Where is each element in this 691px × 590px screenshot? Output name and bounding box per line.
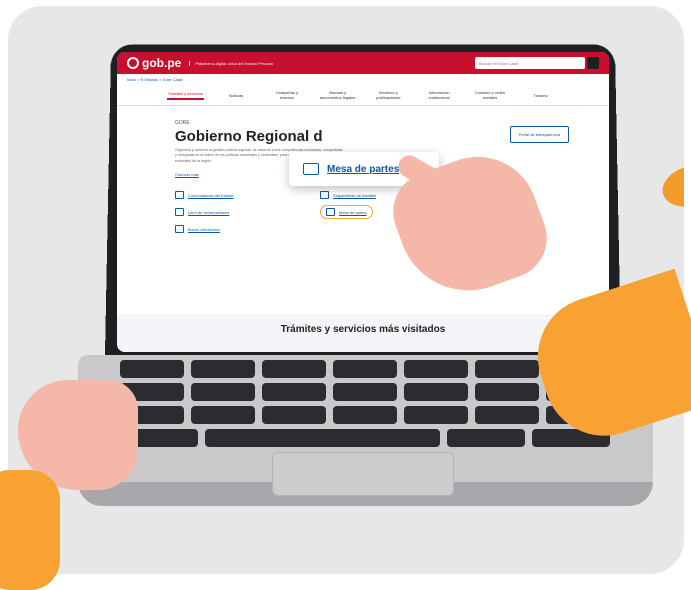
inbox-icon xyxy=(303,163,319,175)
mail-icon xyxy=(175,225,184,234)
shield-logo-icon xyxy=(127,57,139,69)
main-nav: Trámites y servicios Noticias Campañas y… xyxy=(117,85,609,106)
tab-noticias[interactable]: Noticias xyxy=(218,93,255,98)
tab-turismo[interactable]: Turismo xyxy=(522,93,559,98)
visited-section-title: Trámites y servicios más visitados xyxy=(117,314,609,352)
left-sleeve xyxy=(0,470,60,590)
inbox-icon xyxy=(326,208,335,217)
tab-campanas[interactable]: Campañas y eventos xyxy=(269,90,306,100)
book-icon xyxy=(175,208,184,217)
building-icon xyxy=(175,191,184,200)
tab-contacto[interactable]: Contacto y redes sociales xyxy=(472,90,509,100)
transparency-portal-button[interactable]: Portal de transparencia xyxy=(509,126,569,143)
tab-informes[interactable]: Informes y publicaciones xyxy=(370,90,407,100)
document-icon xyxy=(320,191,329,200)
search-bar xyxy=(475,57,599,69)
link-mesa-partes[interactable]: Mesa de partes xyxy=(320,205,373,220)
page-title: Gobierno Regional d xyxy=(175,128,323,145)
tab-normas[interactable]: Normas y documentos legales xyxy=(319,90,356,100)
site-topbar: gob.pe Plataforma digital única del Esta… xyxy=(117,52,609,74)
site-tagline: Plataforma digital única del Estado Peru… xyxy=(189,60,273,66)
site-logo[interactable]: gob.pe xyxy=(127,56,181,70)
popup-label: Mesa de partes xyxy=(327,163,400,175)
keyboard xyxy=(120,360,611,452)
org-tag: GORE xyxy=(175,120,190,126)
tab-informacion[interactable]: Información institucional xyxy=(421,90,458,100)
trackpad xyxy=(272,452,454,496)
logo-text: gob.pe xyxy=(142,56,182,70)
tab-tramites[interactable]: Trámites y servicios xyxy=(167,91,204,100)
decorative-blob xyxy=(657,158,684,214)
search-icon[interactable] xyxy=(587,57,599,69)
link-convocatorias[interactable]: Convocatorias del Estado xyxy=(175,191,310,200)
search-input[interactable] xyxy=(475,57,585,69)
link-buzon[interactable]: Buzón electrónico xyxy=(175,225,310,234)
breadcrumb[interactable]: Inicio > El Estado > Gore Cadiz xyxy=(117,74,609,85)
link-libro-reclamaciones[interactable]: Libro de reclamaciones xyxy=(175,205,310,219)
